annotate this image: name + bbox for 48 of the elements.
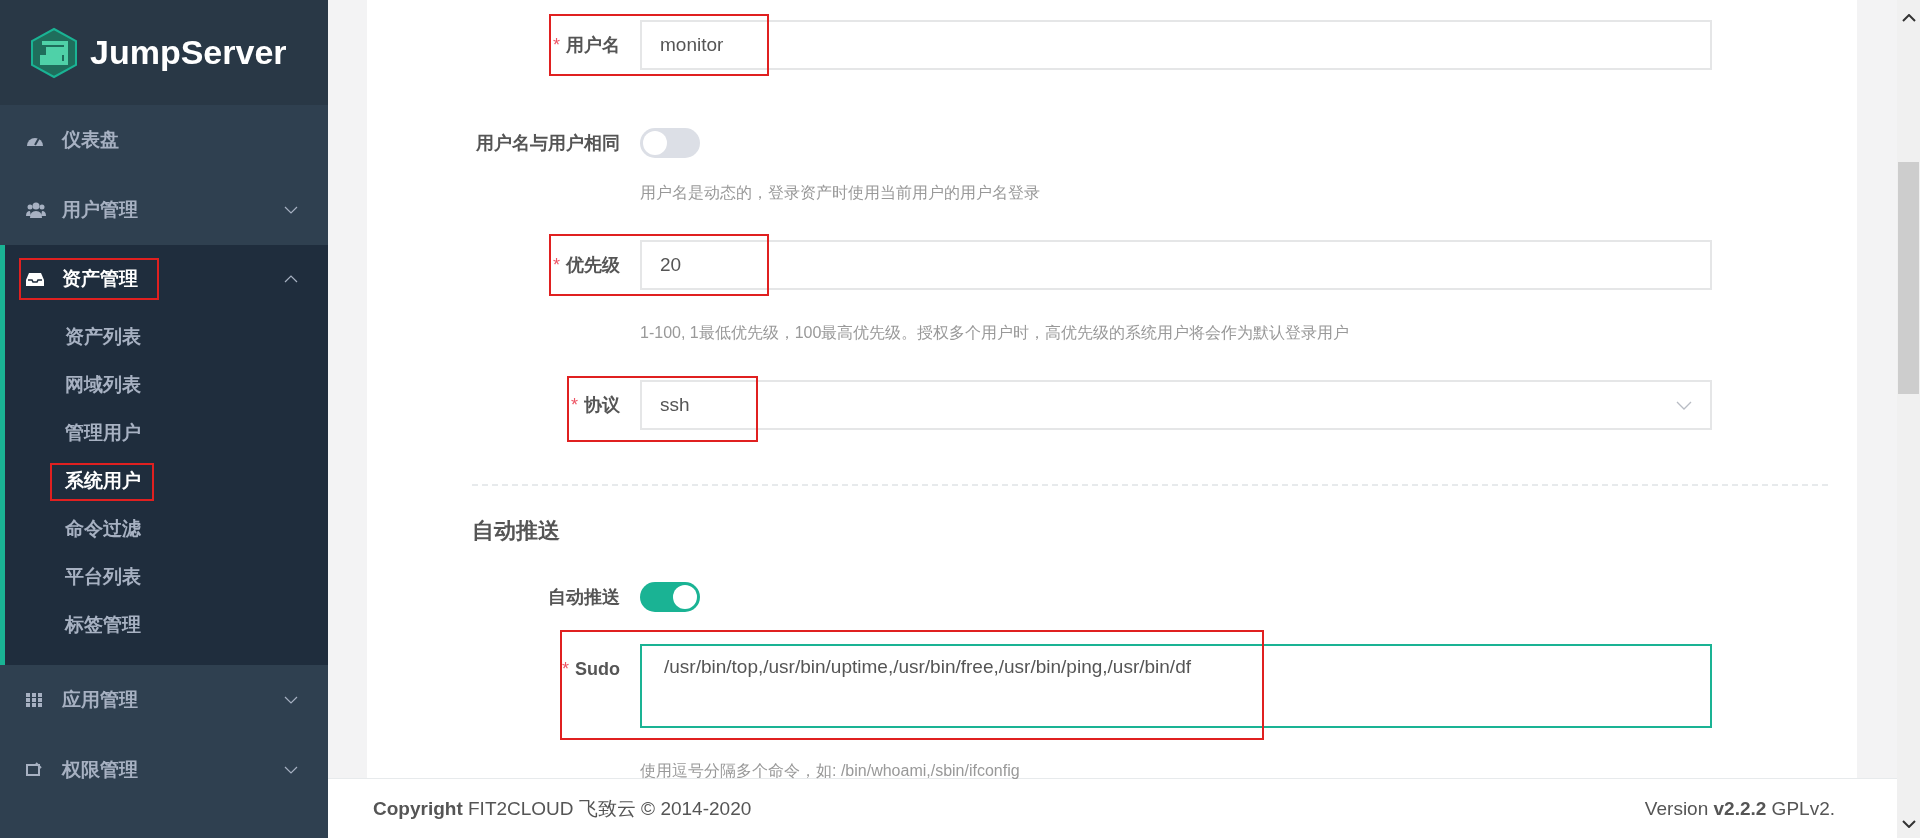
scrollbar[interactable]	[1897, 0, 1920, 838]
copyright-text: Copyright FIT2CLOUD 飞致云 © 2014-2020	[373, 796, 752, 821]
nav-subitem[interactable]: 平台列表	[5, 553, 328, 601]
textarea-field[interactable]: /usr/bin/top,/usr/bin/uptime,/usr/bin/free,/usr/bin/ping,/usr/bin/df	[640, 644, 1712, 728]
required-mark: *	[553, 255, 560, 275]
field-label: 优先级	[566, 255, 620, 275]
nav-subitem[interactable]: 命令过滤	[5, 505, 328, 553]
nav-subitem[interactable]: 管理用户	[5, 409, 328, 457]
chevron-up-icon	[284, 275, 298, 283]
help-text: 用户名是动态的，登录资产时使用当前用户的用户名登录	[640, 183, 1041, 203]
text-input-field[interactable]: 20	[640, 240, 1712, 290]
chevron-down-icon	[284, 206, 298, 214]
toggle-switch[interactable]	[640, 128, 700, 158]
section-title: 自动推送	[472, 517, 561, 545]
nav-item[interactable]: 权限管理	[0, 735, 328, 805]
text-input-field[interactable]: monitor	[640, 20, 1712, 70]
select-field[interactable]: ssh	[640, 380, 1712, 430]
nav-item[interactable]: 用户管理	[0, 175, 328, 245]
scroll-up-icon	[1901, 14, 1916, 22]
field-label: Sudo	[575, 659, 620, 679]
required-mark: *	[562, 659, 569, 679]
scroll-down-icon	[1901, 820, 1916, 828]
chevron-down-icon	[284, 766, 298, 774]
required-mark: *	[571, 395, 578, 415]
users-icon	[26, 202, 46, 218]
field-label: 协议	[584, 395, 620, 415]
help-text: 使用逗号分隔多个命令，如: /bin/whoami,/sbin/ifconfig	[640, 761, 1021, 781]
inbox-tray-icon	[26, 272, 44, 286]
version-text: Version v2.2.2 GPLv2.	[1644, 797, 1835, 820]
field-label: 自动推送	[548, 587, 620, 607]
nav-item[interactable]: 应用管理	[0, 665, 328, 735]
chevron-down-icon	[1676, 400, 1692, 410]
scrollbar-thumb[interactable]	[1898, 162, 1919, 394]
help-text: 1-100, 1最低优先级，100最高优先级。授权多个用户时，高优先级的系统用户将会作为默认登录用户	[640, 323, 1351, 343]
required-mark: *	[553, 35, 560, 55]
nav-subitem[interactable]: 标签管理	[5, 601, 328, 649]
chevron-down-icon	[284, 696, 298, 704]
field-label: 用户名与用户相同	[476, 133, 620, 153]
grid-icon	[26, 693, 42, 707]
nav-item[interactable]: 资产管理	[5, 245, 328, 313]
nav-subitem[interactable]: 系统用户	[5, 457, 328, 505]
logo-text: JumpServer	[90, 33, 287, 72]
logo-icon	[28, 26, 80, 79]
toggle-switch[interactable]	[640, 582, 700, 612]
nav-subitem[interactable]: 网域列表	[5, 361, 328, 409]
nav-item[interactable]: 仪表盘	[0, 105, 328, 175]
nav-subitem[interactable]: 资产列表	[5, 313, 328, 361]
field-label: 用户名	[566, 35, 620, 55]
